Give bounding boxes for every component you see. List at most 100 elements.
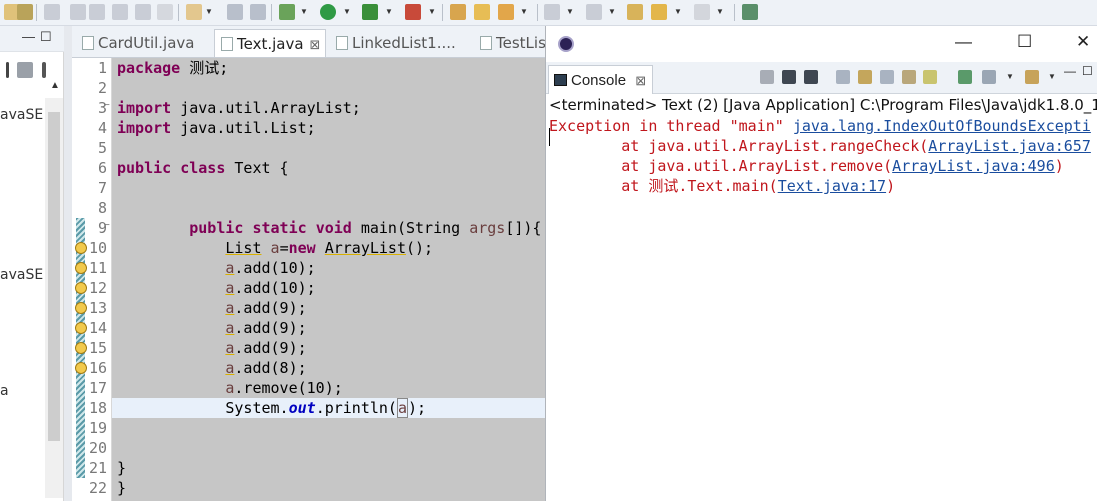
doc-icon[interactable]	[89, 4, 105, 20]
line-number: 2	[97, 79, 107, 97]
close-tab-icon[interactable]: ⊠	[635, 73, 646, 88]
back-icon[interactable]	[651, 4, 667, 20]
back-dropdown-icon[interactable]: ▼	[674, 7, 682, 16]
code-line: public class Text {	[117, 159, 289, 177]
remove-all-icon[interactable]	[804, 70, 818, 84]
minimize-button[interactable]: —	[22, 29, 35, 44]
saveall-icon[interactable]	[250, 4, 266, 20]
next-annotation-dropdown-icon[interactable]: ▼	[566, 7, 574, 16]
code-line: a.add(10);	[225, 259, 316, 277]
save-icon[interactable]	[227, 4, 243, 20]
warning-icon[interactable]	[75, 342, 87, 354]
stack-trace-link[interactable]: ArrayList.java:657	[928, 137, 1091, 155]
list-icon[interactable]	[112, 4, 128, 20]
tab-label: TestLis	[496, 34, 546, 52]
next-annotation-icon[interactable]	[544, 4, 560, 20]
tab-testlist[interactable]: TestLis	[474, 29, 546, 57]
warning-icon[interactable]	[75, 362, 87, 374]
view-minimize-button[interactable]: —	[1064, 64, 1076, 78]
display-console-icon[interactable]	[982, 70, 996, 84]
forward-dropdown-icon[interactable]: ▼	[716, 7, 724, 16]
terminated-label: <terminated> Text (2) [Java Application]…	[549, 96, 1097, 114]
open-console-dropdown-icon[interactable]: ▼	[1048, 72, 1056, 81]
run-icon[interactable]	[320, 4, 336, 20]
warning-icon[interactable]	[75, 262, 87, 274]
task-icon[interactable]	[70, 4, 86, 20]
console-line: at java.util.ArrayList.rangeCheck(ArrayL…	[549, 137, 1091, 155]
pin-console-icon[interactable]	[958, 70, 972, 84]
debug-dropdown-icon[interactable]: ▼	[300, 7, 308, 16]
view-maximize-button[interactable]: ☐	[1082, 64, 1093, 78]
run-dropdown-icon[interactable]: ▼	[343, 7, 351, 16]
tree-item[interactable]: avaSE	[0, 107, 43, 123]
coverage-dropdown-icon[interactable]: ▼	[385, 7, 393, 16]
pilcrow-icon[interactable]	[157, 4, 173, 20]
stack-trace-link[interactable]: ArrayList.java:496	[892, 157, 1055, 175]
stack-trace-link[interactable]: Text.java:17	[778, 177, 886, 195]
fold-collapse-icon[interactable]: −	[104, 220, 110, 231]
tab-text-java[interactable]: Text.java ⊠	[214, 29, 326, 57]
line-number: 11	[88, 259, 107, 277]
open-folder-icon[interactable]	[474, 4, 490, 20]
code-editor[interactable]: package 测试; import java.util.ArrayList; …	[112, 58, 546, 501]
close-tab-icon[interactable]: ⊠	[310, 38, 321, 53]
magic-icon[interactable]	[17, 4, 33, 20]
console-line: at java.util.ArrayList.remove(ArrayList.…	[549, 157, 1064, 175]
window-minimize-button[interactable]: —	[955, 32, 972, 52]
search-icon[interactable]	[498, 4, 514, 20]
scroll-lock-icon[interactable]	[858, 70, 872, 84]
warning-icon[interactable]	[75, 282, 87, 294]
debug-icon[interactable]	[279, 4, 295, 20]
remove-launch-icon[interactable]	[782, 70, 796, 84]
console-output[interactable]: <terminated> Text (2) [Java Application]…	[546, 94, 1097, 501]
word-wrap-icon[interactable]	[880, 70, 894, 84]
link-editor-icon[interactable]	[17, 62, 33, 78]
warning-icon[interactable]	[75, 302, 87, 314]
prev-annotation-icon[interactable]	[586, 4, 602, 20]
tab-label: Console	[571, 72, 627, 89]
new-dropdown-icon[interactable]: ▼	[205, 7, 213, 16]
window-close-button[interactable]: ✕	[1076, 32, 1090, 52]
prev-annotation-dropdown-icon[interactable]: ▼	[608, 7, 616, 16]
toggle-icon[interactable]	[44, 4, 60, 20]
open-type-icon[interactable]	[450, 4, 466, 20]
view-menu-icon[interactable]	[42, 62, 46, 78]
scroll-up-icon[interactable]: ▲	[50, 80, 60, 91]
line-number: 17	[88, 379, 107, 397]
tab-console[interactable]: Console ⊠	[548, 65, 653, 94]
forward-icon[interactable]	[694, 4, 710, 20]
fold-collapse-icon[interactable]: −	[104, 100, 110, 111]
maximize-button[interactable]: ☐	[40, 29, 52, 45]
toolbar-separator	[734, 4, 735, 21]
line-number: 18	[88, 399, 107, 417]
new-icon[interactable]	[186, 4, 202, 20]
last-edit-icon[interactable]	[627, 4, 643, 20]
collapse-icon[interactable]	[6, 62, 9, 78]
pin-icon[interactable]	[742, 4, 758, 20]
external-tools-dropdown-icon[interactable]: ▼	[428, 7, 436, 16]
tree-item[interactable]: a	[0, 383, 9, 399]
tree-item[interactable]: avaSE	[0, 267, 43, 283]
console-line: at 测试.Text.main(Text.java:17)	[549, 177, 896, 195]
terminate-icon[interactable]	[760, 70, 774, 84]
warning-icon[interactable]	[75, 322, 87, 334]
outline-icon[interactable]	[135, 4, 151, 20]
show-on-output-icon[interactable]	[902, 70, 916, 84]
tab-cardutil[interactable]: CardUtil.java	[76, 29, 212, 57]
display-console-dropdown-icon[interactable]: ▼	[1006, 72, 1014, 81]
scrollbar-thumb[interactable]	[48, 112, 60, 441]
clear-console-icon[interactable]	[836, 70, 850, 84]
window-maximize-button[interactable]: ☐	[1017, 32, 1032, 52]
tab-linkedlist[interactable]: LinkedList1....	[330, 29, 470, 57]
code-line: import java.util.List;	[117, 119, 316, 137]
open-console-icon[interactable]	[1025, 70, 1039, 84]
warning-icon[interactable]	[75, 242, 87, 254]
code-line: }	[117, 479, 127, 497]
console-line: Exception in thread "main" java.lang.Ind…	[549, 117, 1091, 135]
stack-trace-link[interactable]: java.lang.IndexOutOfBoundsExcepti	[793, 117, 1091, 135]
external-tools-icon[interactable]	[405, 4, 421, 20]
search-dropdown-icon[interactable]: ▼	[520, 7, 528, 16]
show-on-error-icon[interactable]	[923, 70, 937, 84]
coverage-icon[interactable]	[362, 4, 378, 20]
sash[interactable]	[64, 26, 72, 501]
